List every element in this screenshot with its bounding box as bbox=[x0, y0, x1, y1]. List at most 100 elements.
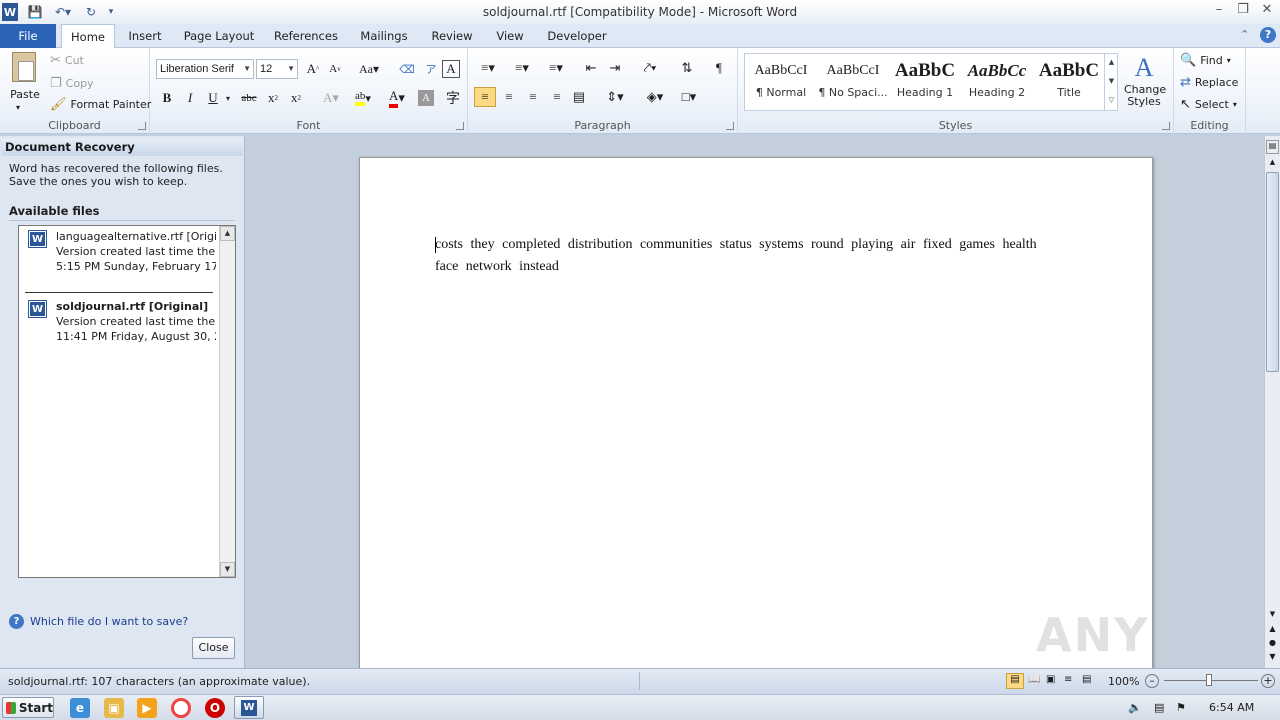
find-button[interactable]: 🔍 Find ▾ bbox=[1180, 53, 1231, 68]
close-button[interactable]: Close bbox=[192, 637, 235, 659]
document-vertical-scrollbar[interactable]: ▤ ▲ ▼ ▲ ● ▼ bbox=[1264, 136, 1280, 668]
line-spacing-icon[interactable]: ⇕▾ bbox=[600, 87, 630, 107]
numbering-icon[interactable]: ≡▾ bbox=[508, 58, 536, 78]
font-dialog-launcher[interactable] bbox=[456, 122, 464, 130]
zoom-in-icon[interactable]: + bbox=[1261, 674, 1275, 688]
align-center-icon[interactable]: ≡ bbox=[498, 87, 520, 107]
network-icon[interactable]: ▤ bbox=[1154, 701, 1164, 714]
document-text[interactable]: costs they completed distribution commun… bbox=[435, 234, 1060, 278]
recovered-file-item[interactable]: W languagealternative.rtf [Original] Ver… bbox=[23, 229, 216, 279]
styles-scroll[interactable]: ▲ ▼ ▽ bbox=[1104, 53, 1118, 111]
replace-button[interactable]: ⇄ Replace bbox=[1180, 75, 1238, 90]
superscript-icon[interactable]: x2 bbox=[285, 88, 307, 108]
bullets-icon[interactable]: ≡▾ bbox=[474, 58, 502, 78]
print-layout-icon[interactable]: ▤ bbox=[1006, 673, 1024, 689]
clear-formatting-icon[interactable]: ⌫ bbox=[396, 59, 418, 79]
paragraph-dialog-launcher[interactable] bbox=[726, 122, 734, 130]
draft-icon[interactable]: ▤ bbox=[1082, 674, 1091, 685]
borders-icon[interactable]: □▾ bbox=[674, 87, 704, 107]
scroll-up-icon[interactable]: ▲ bbox=[220, 226, 235, 241]
which-file-help-link[interactable]: Which file do I want to save? bbox=[30, 615, 188, 628]
paste-label[interactable]: Paste bbox=[6, 88, 44, 101]
clipboard-dialog-launcher[interactable] bbox=[138, 122, 146, 130]
tab-insert[interactable]: Insert bbox=[120, 24, 170, 48]
decrease-indent-icon[interactable]: ⇤ bbox=[580, 58, 602, 78]
font-color-icon[interactable]: A ▾ bbox=[382, 88, 412, 108]
change-styles-button[interactable]: A Change Styles bbox=[1124, 52, 1166, 108]
minimize-button[interactable]: – bbox=[1208, 2, 1230, 20]
character-border-icon[interactable]: A bbox=[442, 60, 460, 78]
help-icon[interactable]: ? bbox=[1260, 27, 1276, 43]
paste-button[interactable] bbox=[8, 52, 40, 92]
style-no-spacing[interactable]: AaBbCcI ¶ No Spaci... bbox=[818, 56, 888, 108]
tab-page-layout[interactable]: Page Layout bbox=[178, 24, 260, 48]
recovered-file-item[interactable]: W soldjournal.rtf [Original] Version cre… bbox=[23, 299, 216, 349]
full-screen-reading-icon[interactable]: 📖 bbox=[1028, 674, 1040, 685]
web-layout-icon[interactable]: ▣ bbox=[1046, 674, 1055, 685]
volume-icon[interactable]: 🔈 bbox=[1128, 701, 1142, 714]
subscript-icon[interactable]: x2 bbox=[262, 88, 284, 108]
scroll-down-icon[interactable]: ▼ bbox=[220, 562, 235, 577]
font-size-combo[interactable]: 12 ▼ bbox=[256, 59, 298, 79]
shrink-font-icon[interactable]: Av bbox=[324, 59, 346, 79]
change-case-icon[interactable]: Aa▾ bbox=[354, 59, 384, 79]
grow-font-icon[interactable]: A ^ bbox=[302, 59, 324, 79]
previous-page-icon[interactable]: ▲ bbox=[1266, 624, 1279, 636]
close-window-button[interactable]: ✕ bbox=[1256, 2, 1278, 20]
tab-file[interactable]: File bbox=[0, 24, 56, 48]
document-page[interactable]: costs they completed distribution commun… bbox=[359, 157, 1153, 677]
tab-references[interactable]: References bbox=[268, 24, 344, 48]
file-list-scrollbar[interactable]: ▲ ▼ bbox=[219, 226, 235, 577]
file-explorer-icon[interactable]: ▣ bbox=[104, 698, 124, 718]
increase-indent-icon[interactable]: ⇥ bbox=[604, 58, 626, 78]
ruler-toggle-icon[interactable]: ▤ bbox=[1266, 140, 1279, 154]
underline-icon[interactable]: U bbox=[202, 88, 224, 108]
character-shading-icon[interactable]: A bbox=[418, 90, 434, 106]
tab-mailings[interactable]: Mailings bbox=[352, 24, 416, 48]
tab-developer[interactable]: Developer bbox=[540, 24, 614, 48]
show-formatting-icon[interactable]: ¶ bbox=[708, 58, 730, 78]
bold-icon[interactable]: B bbox=[156, 88, 178, 108]
asian-layout-icon[interactable]: ⤤▾ bbox=[636, 58, 664, 78]
style-heading-2[interactable]: AaBbCc Heading 2 bbox=[962, 56, 1032, 108]
multilevel-list-icon[interactable]: ≡▾ bbox=[542, 58, 570, 78]
action-center-flag-icon[interactable]: ⚑ bbox=[1176, 701, 1186, 714]
distributed-icon[interactable]: ▤ bbox=[568, 87, 590, 107]
font-family-combo[interactable]: Liberation Serif ▼ bbox=[156, 59, 254, 79]
align-right-icon[interactable]: ≡ bbox=[522, 87, 544, 107]
highlight-color-icon[interactable]: ab ▾ bbox=[348, 88, 378, 108]
opera-icon[interactable]: O bbox=[205, 698, 225, 718]
zoom-level[interactable]: 100% bbox=[1108, 675, 1139, 688]
chrome-icon[interactable] bbox=[171, 698, 191, 718]
align-left-icon[interactable]: ≡ bbox=[474, 87, 496, 107]
copy-button[interactable]: ❐ Copy bbox=[50, 76, 94, 91]
sort-icon[interactable]: ⇅ bbox=[676, 58, 698, 78]
styles-dialog-launcher[interactable] bbox=[1162, 122, 1170, 130]
select-button[interactable]: ↖ Select ▾ bbox=[1180, 97, 1237, 112]
text-effects-icon[interactable]: A▾ bbox=[316, 88, 346, 108]
cut-button[interactable]: ✂ Cut bbox=[50, 53, 84, 68]
scroll-down-icon[interactable]: ▼ bbox=[1266, 610, 1279, 620]
paste-dropdown-icon[interactable]: ▾ bbox=[16, 103, 20, 112]
internet-explorer-icon[interactable]: e bbox=[70, 698, 90, 718]
zoom-out-icon[interactable]: – bbox=[1145, 674, 1159, 688]
maximize-button[interactable]: ❐ bbox=[1232, 2, 1254, 20]
enclose-characters-icon[interactable]: 字 bbox=[442, 88, 464, 108]
shading-icon[interactable]: ◈▾ bbox=[640, 87, 670, 107]
browse-object-icon[interactable]: ● bbox=[1266, 638, 1279, 650]
start-button[interactable]: Start bbox=[2, 697, 54, 718]
style-normal[interactable]: AaBbCcI ¶ Normal bbox=[746, 56, 816, 108]
next-page-icon[interactable]: ▼ bbox=[1266, 652, 1279, 664]
format-painter-button[interactable]: 🖌 Format Painter bbox=[50, 97, 151, 112]
style-heading-1[interactable]: AaBbC Heading 1 bbox=[890, 56, 960, 108]
word-taskbar-button[interactable]: W bbox=[234, 696, 264, 719]
tab-home[interactable]: Home bbox=[61, 24, 115, 49]
scroll-up-icon[interactable]: ▲ bbox=[1266, 158, 1279, 168]
italic-icon[interactable]: I bbox=[179, 88, 201, 108]
clock[interactable]: 6:54 AM bbox=[1209, 701, 1254, 714]
minimize-ribbon-icon[interactable]: ⌃ bbox=[1240, 28, 1249, 41]
outline-icon[interactable]: ≡ bbox=[1064, 674, 1072, 685]
underline-dropdown-icon[interactable]: ▾ bbox=[222, 88, 234, 108]
phonetic-guide-icon[interactable]: ア bbox=[420, 59, 442, 79]
media-player-icon[interactable]: ▶ bbox=[137, 698, 157, 718]
